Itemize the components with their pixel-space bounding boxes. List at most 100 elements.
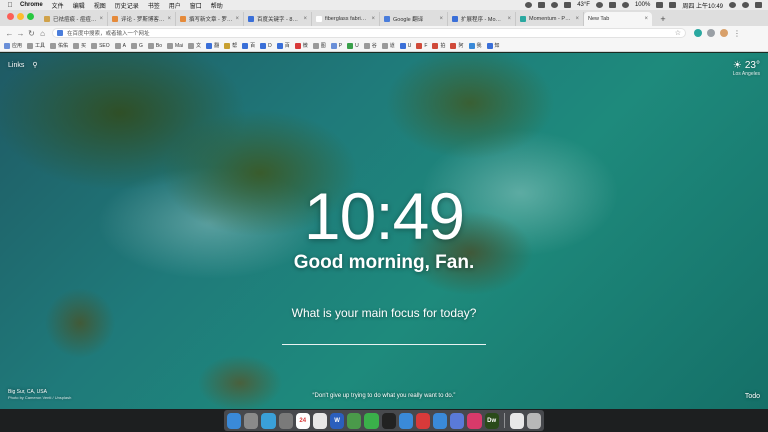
menu-view[interactable]: 视图	[94, 1, 106, 10]
tab-close-icon[interactable]: ×	[575, 16, 579, 22]
dock-app-red-icon[interactable]	[467, 412, 482, 429]
vpn-icon[interactable]	[564, 2, 572, 8]
input-method-icon[interactable]	[669, 2, 677, 8]
menu-edit[interactable]: 编辑	[73, 1, 85, 10]
bookmark-item[interactable]: 微	[294, 42, 308, 49]
reload-icon[interactable]: ↻	[26, 29, 37, 38]
todo-button[interactable]: Todo	[745, 393, 760, 400]
menu-history[interactable]: 历史记录	[115, 1, 139, 10]
bookmark-item[interactable]: 文	[188, 42, 201, 49]
bookmark-item[interactable]: U	[347, 42, 359, 49]
tab-close-icon[interactable]: ×	[644, 16, 648, 22]
menu-window[interactable]: 窗口	[190, 1, 202, 10]
tab-close-icon[interactable]: ×	[167, 16, 171, 22]
dock-chrome-icon[interactable]	[347, 412, 362, 429]
bookmark-item[interactable]: 应用	[4, 42, 22, 49]
bluetooth-icon[interactable]	[595, 2, 603, 8]
tab[interactable]: 评论 - 罗斯博客 — Wor×	[108, 12, 176, 26]
tab-close-icon[interactable]: ×	[439, 16, 443, 22]
dock-dreamweaver-icon[interactable]: Dw	[484, 412, 499, 429]
links-button[interactable]: Links	[8, 62, 24, 69]
menu-people[interactable]: 用户	[169, 1, 181, 10]
dock-launchpad-icon[interactable]	[244, 412, 259, 429]
dock-word-icon[interactable]: W	[330, 412, 345, 429]
bookmark-item[interactable]: 道	[381, 42, 395, 49]
wifi-icon[interactable]	[608, 2, 616, 8]
bookmark-star-icon[interactable]: ☆	[675, 29, 681, 37]
dock-baidu-netdisk-icon[interactable]	[398, 412, 413, 429]
address-bar[interactable]: 在百度中搜索，或者输入一个网址 ☆	[52, 28, 686, 38]
bookmark-item[interactable]: D	[260, 42, 272, 49]
forward-icon[interactable]: →	[15, 29, 26, 38]
screen-record-icon[interactable]	[538, 2, 546, 8]
volume-icon[interactable]	[621, 2, 629, 8]
tab-close-icon[interactable]: ×	[235, 16, 239, 22]
dock-trash-icon[interactable]	[526, 412, 541, 429]
tab[interactable]: Momentum - Personal D×	[516, 12, 584, 26]
more-menu-icon[interactable]: ⋮	[733, 29, 741, 38]
profile-avatar[interactable]	[720, 29, 728, 37]
bookmark-item[interactable]: 买	[73, 42, 86, 49]
dock-weibo-icon[interactable]	[415, 412, 431, 429]
bookmark-item[interactable]: 拍	[432, 42, 445, 49]
battery-icon[interactable]	[656, 2, 664, 8]
apple-icon[interactable]: 	[6, 2, 14, 9]
tab-close-icon[interactable]: ×	[303, 16, 307, 22]
wechat-status-icon[interactable]	[525, 2, 533, 8]
dock-qq-icon[interactable]	[381, 412, 396, 429]
back-icon[interactable]: ←	[4, 29, 15, 38]
bookmark-item[interactable]: SEO	[91, 42, 110, 49]
weather-widget[interactable]: ☀ 23° Los Angeles	[733, 60, 760, 77]
bookmark-item[interactable]: A	[114, 42, 126, 49]
tab-close-icon[interactable]: ×	[507, 16, 511, 22]
bookmark-item[interactable]: Bo	[147, 42, 162, 49]
tab[interactable]: 百度关键字 - 824-918×	[244, 12, 312, 26]
notification-center-icon[interactable]	[755, 2, 762, 8]
shield-status-icon[interactable]	[551, 2, 559, 8]
bookmark-item[interactable]: 佑佑	[50, 42, 68, 49]
dock-textedit-icon[interactable]	[312, 412, 328, 429]
dock-migrate-icon[interactable]	[450, 412, 465, 429]
bookmark-item[interactable]: 百	[242, 42, 255, 49]
bookmark-item[interactable]: 百	[276, 42, 290, 49]
extension-icon[interactable]	[707, 29, 715, 37]
bookmark-item[interactable]: F	[416, 42, 427, 49]
bookmark-item[interactable]: 帮	[224, 42, 237, 49]
dock-finder-icon[interactable]	[227, 412, 242, 429]
menu-help[interactable]: 帮助	[211, 1, 223, 10]
bookmark-item[interactable]: 阿	[450, 42, 464, 49]
maximize-window-button[interactable]	[27, 12, 34, 20]
dock-wechat-icon[interactable]	[364, 412, 379, 429]
menu-bookmarks[interactable]: 书签	[148, 1, 160, 10]
tab[interactable]: fiberglass fabrics manu×	[312, 12, 380, 26]
menu-app-name[interactable]: Chrome	[20, 2, 43, 8]
tab-close-icon[interactable]: ×	[371, 16, 375, 22]
tab[interactable]: 扩展程序 - Momentum×	[448, 12, 516, 26]
momentum-extension-icon[interactable]	[694, 29, 702, 37]
dock-calendar-icon[interactable]: 24	[295, 412, 310, 429]
new-tab-button[interactable]: +	[656, 12, 670, 26]
search-icon[interactable]: ⚲	[32, 61, 37, 69]
bookmark-item[interactable]: 谷	[363, 42, 377, 49]
tab[interactable]: Google 翻译 ×	[380, 12, 448, 26]
bookmark-item[interactable]: P	[330, 42, 342, 49]
bookmark-item[interactable]: 翻	[206, 42, 219, 49]
siri-icon[interactable]	[742, 2, 749, 8]
minimize-window-button[interactable]	[17, 12, 24, 20]
battery-percent[interactable]: 100%	[635, 2, 650, 8]
bookmark-item[interactable]: G	[130, 42, 143, 49]
dock-system-preferences-icon[interactable]	[278, 412, 293, 429]
home-icon[interactable]: ⌂	[37, 29, 48, 38]
bookmark-item[interactable]: 工具	[27, 42, 45, 49]
dock-safari-icon[interactable]	[261, 412, 276, 429]
dock-tool-icon[interactable]	[433, 412, 448, 429]
tab[interactable]: 撰写新文章 - 罗斯博客×	[176, 12, 244, 26]
search-icon[interactable]	[729, 2, 736, 8]
temperature-status[interactable]: 43°F	[577, 2, 590, 8]
close-window-button[interactable]	[7, 12, 14, 20]
tab-close-icon[interactable]: ×	[99, 16, 103, 22]
bookmark-item[interactable]: 我	[468, 42, 482, 49]
bookmark-item[interactable]: 图	[312, 42, 326, 49]
focus-input[interactable]	[282, 337, 486, 345]
bookmark-item[interactable]: U	[399, 42, 411, 49]
